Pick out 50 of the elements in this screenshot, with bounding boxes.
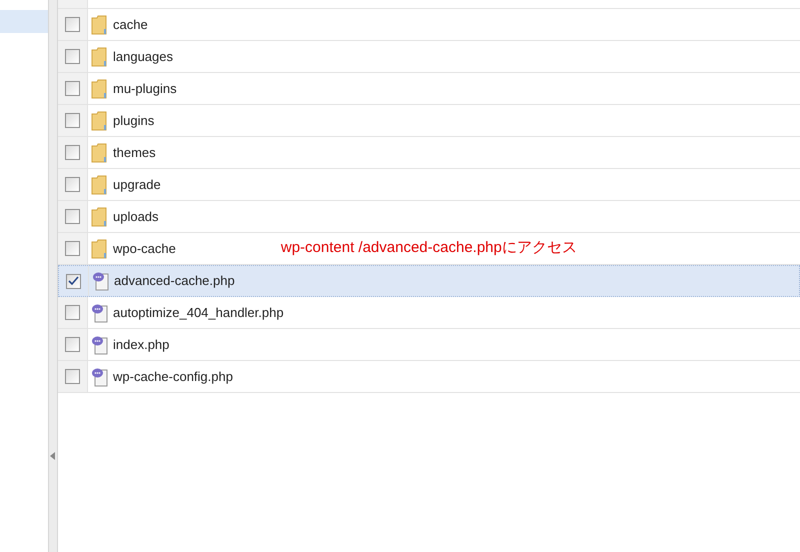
file-row[interactable]: advanced-cache.php [58,265,800,297]
file-row[interactable]: autoptimize_404_handler.php [58,297,800,329]
file-row[interactable]: themes [58,137,800,169]
checkbox[interactable] [65,17,80,32]
checkbox[interactable] [65,49,80,64]
file-name[interactable]: index.php [113,334,170,354]
checkbox[interactable] [65,81,80,96]
file-row[interactable]: plugins [58,105,800,137]
script-file-icon [91,302,109,322]
file-name[interactable]: themes [113,142,156,162]
file-row[interactable]: languages [58,41,800,73]
checkbox[interactable] [65,145,80,160]
file-name[interactable]: languages [113,46,173,66]
script-file-icon [91,366,109,386]
file-name[interactable]: wp-cache-config.php [113,366,233,386]
checkbox[interactable] [65,305,80,320]
file-row[interactable]: mu-plugins [58,73,800,105]
folder-icon [91,14,108,34]
script-file-icon [91,334,109,354]
folder-icon [91,238,108,258]
file-row[interactable]: upgrade [58,169,800,201]
folder-icon [91,110,108,130]
file-name[interactable]: cache [113,14,148,34]
folder-icon [91,78,108,98]
folder-icon [91,142,108,162]
file-name[interactable]: autoptimize_404_handler.php [113,302,284,322]
checkbox[interactable] [65,337,80,352]
folder-icon [91,174,108,194]
file-name[interactable]: upgrade [113,174,161,194]
file-name[interactable]: uploads [113,206,159,226]
checkbox[interactable] [65,369,80,384]
file-row[interactable]: index.php [58,329,800,361]
collapse-arrow-icon[interactable] [50,452,56,460]
checkbox[interactable] [65,113,80,128]
file-row[interactable]: cache [58,9,800,41]
checkbox[interactable] [65,209,80,224]
annotation-text: wp-content /advanced-cache.phpにアクセス [280,238,577,258]
file-name[interactable]: wpo-cache [113,238,176,258]
check-icon [68,276,79,286]
file-name[interactable]: plugins [113,110,154,130]
file-row[interactable]: uploads [58,201,800,233]
folder-icon [91,46,108,66]
script-file-icon [92,271,110,291]
checkbox[interactable] [65,241,80,256]
folder-icon [91,206,108,226]
file-name[interactable]: mu-plugins [113,78,177,98]
checkbox[interactable] [65,177,80,192]
file-name[interactable]: advanced-cache.php [114,271,235,291]
checkbox[interactable] [66,274,81,288]
file-row[interactable]: wp-cache-config.php [58,361,800,393]
